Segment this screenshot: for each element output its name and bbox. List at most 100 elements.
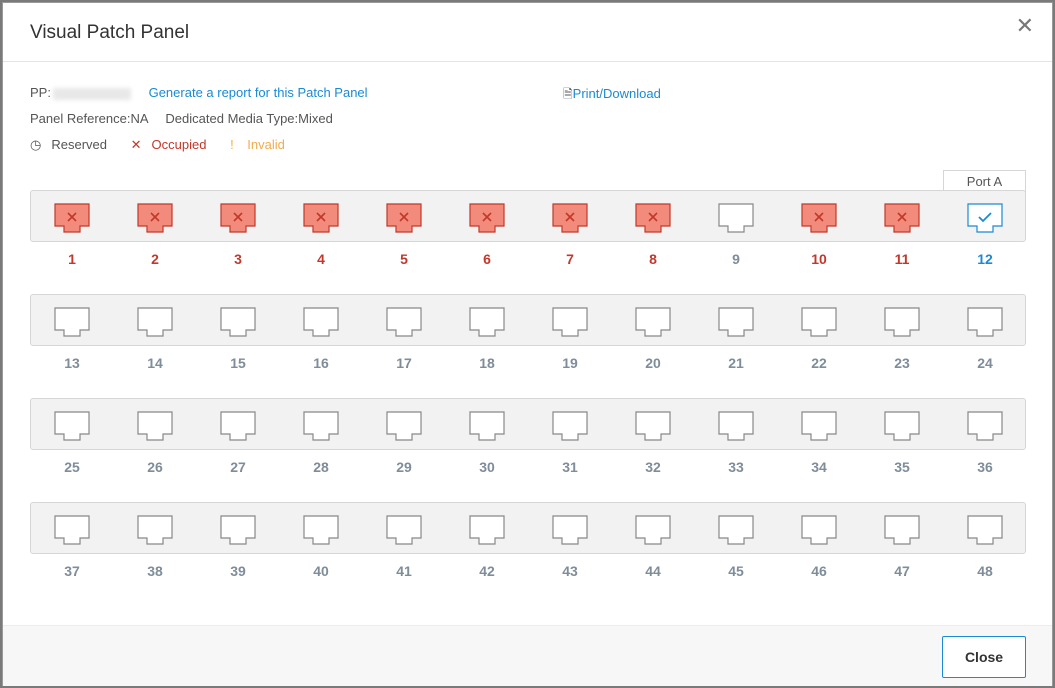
port-6[interactable] <box>469 203 505 233</box>
port-number: 16 <box>313 355 329 371</box>
port-number: 17 <box>396 355 412 371</box>
port-47[interactable] <box>884 515 920 545</box>
port-number: 40 <box>313 563 329 579</box>
port-number: 18 <box>479 355 495 371</box>
port-36[interactable] <box>967 411 1003 441</box>
modal-header: Visual Patch Panel ✕ <box>3 3 1052 62</box>
port-14[interactable] <box>137 307 173 337</box>
port-4[interactable] <box>303 203 339 233</box>
port-number: 9 <box>732 251 740 267</box>
port-number: 44 <box>645 563 661 579</box>
port-number: 14 <box>147 355 163 371</box>
port-41[interactable] <box>386 515 422 545</box>
port-24[interactable] <box>967 307 1003 337</box>
port-18[interactable] <box>469 307 505 337</box>
port-number: 29 <box>396 459 412 475</box>
port-16[interactable] <box>303 307 339 337</box>
port-number: 5 <box>400 251 408 267</box>
port-number: 26 <box>147 459 163 475</box>
port-number: 24 <box>977 355 993 371</box>
port-row-4 <box>30 502 1026 554</box>
port-row-3 <box>30 398 1026 450</box>
port-1[interactable] <box>54 203 90 233</box>
port-46[interactable] <box>801 515 837 545</box>
port-10[interactable] <box>801 203 837 233</box>
port-a-tab[interactable]: Port A <box>943 170 1026 192</box>
port-number: 42 <box>479 563 495 579</box>
port-number: 6 <box>483 251 491 267</box>
panel-reference: Panel Reference:NA <box>30 111 148 126</box>
port-25[interactable] <box>54 411 90 441</box>
pp-label: PP: <box>30 85 51 100</box>
port-number: 48 <box>977 563 993 579</box>
exclamation-icon: ! <box>230 137 238 152</box>
port-number: 4 <box>317 251 325 267</box>
port-13[interactable] <box>54 307 90 337</box>
port-30[interactable] <box>469 411 505 441</box>
port-29[interactable] <box>386 411 422 441</box>
port-number: 41 <box>396 563 412 579</box>
modal-footer: Close <box>3 625 1052 686</box>
port-43[interactable] <box>552 515 588 545</box>
port-34[interactable] <box>801 411 837 441</box>
port-row-1 <box>30 190 1026 242</box>
pp-value-redacted <box>52 87 131 100</box>
port-38[interactable] <box>137 515 173 545</box>
port-number: 31 <box>562 459 578 475</box>
port-2[interactable] <box>137 203 173 233</box>
port-40[interactable] <box>303 515 339 545</box>
legend-invalid: ! Invalid <box>230 137 285 152</box>
port-number: 35 <box>894 459 910 475</box>
port-17[interactable] <box>386 307 422 337</box>
port-11[interactable] <box>884 203 920 233</box>
print-download-link[interactable]: 🗎Print/Download <box>563 85 661 106</box>
close-button[interactable]: Close <box>942 636 1026 678</box>
port-20[interactable] <box>635 307 671 337</box>
port-9[interactable] <box>718 203 754 233</box>
port-3[interactable] <box>220 203 256 233</box>
legend-occupied: ✕ Occupied <box>130 137 207 152</box>
pp-line: PP: Generate a report for this Patch Pan… <box>30 85 368 100</box>
port-44[interactable] <box>635 515 671 545</box>
port-8[interactable] <box>635 203 671 233</box>
port-number: 20 <box>645 355 661 371</box>
close-icon[interactable]: ✕ <box>1016 15 1034 37</box>
port-number: 45 <box>728 563 744 579</box>
port-number: 38 <box>147 563 163 579</box>
clock-icon: ◷ <box>30 137 42 152</box>
port-7[interactable] <box>552 203 588 233</box>
port-12[interactable] <box>967 203 1003 233</box>
port-number: 22 <box>811 355 827 371</box>
port-32[interactable] <box>635 411 671 441</box>
port-number: 23 <box>894 355 910 371</box>
port-37[interactable] <box>54 515 90 545</box>
port-21[interactable] <box>718 307 754 337</box>
visual-patch-panel-dialog: Visual Patch Panel ✕ PP: Generate a repo… <box>2 2 1053 686</box>
port-number: 8 <box>649 251 657 267</box>
port-33[interactable] <box>718 411 754 441</box>
port-number: 37 <box>64 563 80 579</box>
port-48[interactable] <box>967 515 1003 545</box>
port-26[interactable] <box>137 411 173 441</box>
port-39[interactable] <box>220 515 256 545</box>
generate-report-link[interactable]: Generate a report for this Patch Panel <box>149 85 368 100</box>
x-icon: ✕ <box>130 137 142 152</box>
port-5[interactable] <box>386 203 422 233</box>
port-31[interactable] <box>552 411 588 441</box>
port-22[interactable] <box>801 307 837 337</box>
port-23[interactable] <box>884 307 920 337</box>
port-45[interactable] <box>718 515 754 545</box>
port-35[interactable] <box>884 411 920 441</box>
port-42[interactable] <box>469 515 505 545</box>
port-row-2 <box>30 294 1026 346</box>
port-15[interactable] <box>220 307 256 337</box>
port-number: 27 <box>230 459 246 475</box>
panel-meta-line: Panel Reference:NA Dedicated Media Type:… <box>30 111 333 126</box>
legend: ◷ Reserved ✕ Occupied ! Invalid <box>30 137 305 153</box>
port-28[interactable] <box>303 411 339 441</box>
port-number: 32 <box>645 459 661 475</box>
port-19[interactable] <box>552 307 588 337</box>
port-number: 7 <box>566 251 574 267</box>
port-27[interactable] <box>220 411 256 441</box>
port-number: 12 <box>977 251 993 267</box>
